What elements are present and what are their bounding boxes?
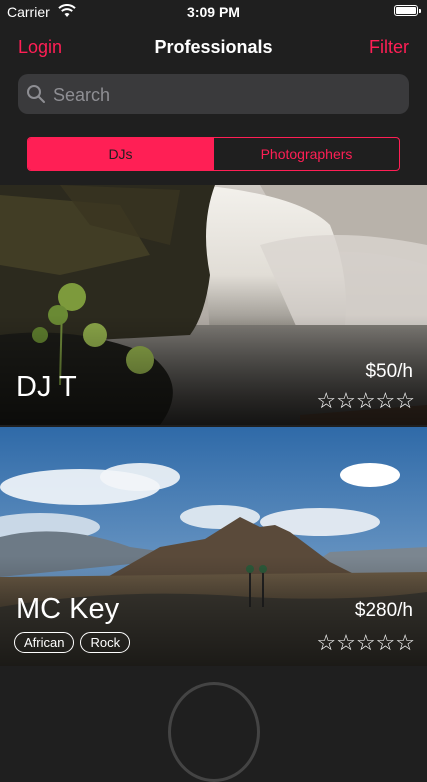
professional-card[interactable]: DJ T $50/h ☆☆☆☆☆ bbox=[0, 185, 427, 425]
professional-name: MC Key bbox=[16, 593, 120, 625]
rating-stars: ☆☆☆☆☆ bbox=[316, 630, 415, 655]
segment-djs[interactable]: DJs bbox=[28, 138, 213, 170]
professional-name: DJ T bbox=[16, 371, 77, 403]
hourly-rate: $280/h bbox=[354, 600, 413, 621]
navigation-bar: Login Professionals Filter bbox=[0, 24, 427, 72]
status-bar: Carrier 3:09 PM bbox=[0, 0, 427, 24]
search-icon bbox=[27, 85, 45, 103]
hourly-rate: $50/h bbox=[365, 361, 413, 382]
status-time: 3:09 PM bbox=[187, 4, 240, 20]
genre-tag: Rock bbox=[80, 632, 131, 653]
loading-placeholder bbox=[168, 682, 260, 782]
category-segmented-control: DJs Photographers bbox=[27, 137, 400, 171]
filter-button[interactable]: Filter bbox=[369, 37, 409, 58]
login-button[interactable]: Login bbox=[18, 37, 62, 58]
segment-photographers[interactable]: Photographers bbox=[213, 138, 399, 170]
professional-card[interactable]: MC Key $280/h African Rock ☆☆☆☆☆ bbox=[0, 427, 427, 666]
page-title: Professionals bbox=[154, 37, 273, 57]
genre-tags: African Rock bbox=[14, 632, 131, 653]
battery-icon bbox=[394, 5, 421, 16]
rating-stars: ☆☆☆☆☆ bbox=[316, 388, 415, 413]
genre-tag: African bbox=[14, 632, 75, 653]
search-input[interactable] bbox=[51, 74, 395, 116]
search-bar[interactable] bbox=[18, 74, 409, 116]
